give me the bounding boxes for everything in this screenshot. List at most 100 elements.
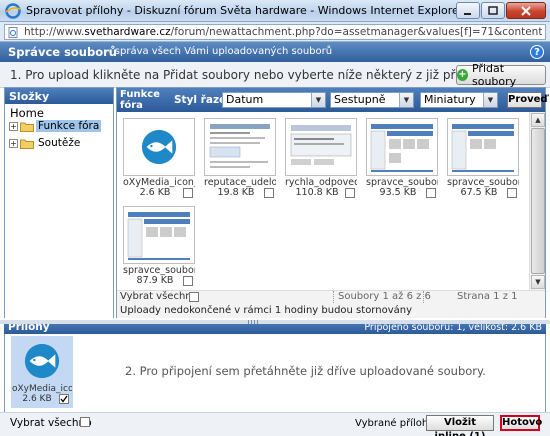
expand-icon[interactable]: + bbox=[9, 138, 18, 148]
current-folder-title: Funkce fóra bbox=[120, 89, 160, 111]
file-tile[interactable]: rychla_odpoved.png 110.8 KB bbox=[282, 115, 360, 201]
selected-attachments-label: Vybrané přílohy: bbox=[355, 418, 437, 429]
minimize-button[interactable] bbox=[456, 2, 480, 19]
file-grid: oXyMedia_icon_50.jpg 2.6 KB reputace_ude… bbox=[117, 112, 529, 290]
file-thumbnail bbox=[366, 118, 438, 176]
attachments-dropzone[interactable]: oXyMedia_icon_50.jpg 2.6 KB 2. Pro připo… bbox=[4, 334, 546, 412]
divider bbox=[423, 291, 424, 303]
file-thumbnail bbox=[204, 118, 276, 176]
instruction-text: 1. Pro upload klikněte na Přidat soubory… bbox=[10, 68, 503, 82]
folders-panel: Složky Home + Funkce fóra + Soutěže bbox=[4, 87, 114, 320]
divider bbox=[333, 291, 334, 303]
panel-splitter[interactable] bbox=[0, 320, 550, 324]
chevron-down-icon: ▼ bbox=[399, 93, 413, 107]
page-title: Správce souborů bbox=[8, 45, 117, 59]
file-checkbox[interactable] bbox=[507, 188, 517, 198]
splitter-grip-icon[interactable] bbox=[248, 320, 258, 324]
add-files-label: Přidat soubory bbox=[471, 62, 517, 88]
sort-by-select[interactable]: Datum ▼ bbox=[222, 92, 326, 108]
file-toolbar: Funkce fóra Styl řazení: Datum ▼ Sestupn… bbox=[117, 88, 548, 112]
upload-warning: Uploady nedokončené v rámci 1 hodiny bud… bbox=[120, 305, 413, 316]
sort-order-select[interactable]: Sestupně ▼ bbox=[330, 92, 414, 108]
attachment-tile[interactable]: oXyMedia_icon_50.jpg 2.6 KB bbox=[11, 336, 73, 408]
file-size: 93.5 KB bbox=[379, 187, 417, 198]
plus-icon: + bbox=[457, 69, 468, 81]
folder-label: Funkce fóra bbox=[36, 120, 102, 132]
screenshot-thumbnail bbox=[126, 209, 192, 261]
attachment-checkbox[interactable] bbox=[59, 394, 69, 404]
chevron-down-icon: ▼ bbox=[311, 93, 325, 107]
maximize-icon bbox=[488, 5, 498, 15]
files-count: Soubory 1 až 6 z 6 bbox=[338, 291, 431, 302]
folders-header: Složky bbox=[5, 88, 113, 104]
file-size: 2.6 KB bbox=[139, 187, 171, 198]
scroll-up-icon[interactable]: ▲ bbox=[531, 113, 545, 127]
file-size: 67.5 KB bbox=[460, 187, 498, 198]
file-size: 19.8 KB bbox=[217, 187, 255, 198]
file-checkbox[interactable] bbox=[183, 276, 193, 286]
select-all-attachments-checkbox[interactable] bbox=[80, 417, 90, 427]
help-button[interactable]: ? bbox=[530, 45, 544, 59]
file-thumbnail bbox=[123, 206, 195, 264]
instruction-bar: 1. Pro upload klikněte na Přidat soubory… bbox=[0, 62, 550, 88]
attachment-name: oXyMedia_icon_50.jpg bbox=[12, 384, 72, 394]
screenshot-thumbnail bbox=[207, 121, 273, 173]
file-checkbox[interactable] bbox=[264, 188, 274, 198]
page-info: Strana 1 z 1 bbox=[457, 291, 518, 302]
apply-button[interactable]: Proveď bbox=[507, 92, 548, 108]
page-subtitle: - správa všech Vámi uploadovaných soubor… bbox=[108, 46, 333, 57]
select-all-label: Vybrat všechno bbox=[120, 291, 198, 302]
help-icon: ? bbox=[534, 46, 540, 58]
scroll-down-icon[interactable]: ▼ bbox=[531, 275, 545, 289]
folder-icon bbox=[20, 122, 34, 132]
file-grid-scrollbar[interactable]: ▲ ▼ bbox=[529, 112, 545, 290]
address-bar: http://www.svethardware.cz/forum/newatta… bbox=[0, 22, 550, 42]
file-checkbox[interactable] bbox=[426, 188, 436, 198]
page-icon bbox=[8, 27, 18, 38]
url-field[interactable]: http://www.svethardware.cz/forum/newatta… bbox=[4, 24, 546, 40]
window-title: Spravovat přílohy - Diskuzní fórum Světa… bbox=[26, 4, 464, 17]
screenshot-thumbnail bbox=[450, 121, 516, 173]
file-tile[interactable]: spravce_souboru_03.png 87.9 KB bbox=[120, 203, 198, 289]
url-text: http://www.svethardware.cz/forum/newatta… bbox=[24, 26, 542, 38]
chevron-down-icon: ▼ bbox=[483, 93, 497, 107]
checkmark-icon bbox=[60, 395, 68, 403]
file-checkbox[interactable] bbox=[183, 188, 193, 198]
close-button[interactable] bbox=[506, 2, 546, 19]
attachment-size: 2.6 KB bbox=[22, 394, 52, 404]
file-thumbnail bbox=[285, 118, 357, 176]
file-thumbnail bbox=[123, 118, 195, 176]
done-button[interactable]: Hotovo bbox=[500, 415, 542, 431]
view-select[interactable]: Miniatury ▼ bbox=[420, 92, 498, 108]
select-all-checkbox[interactable] bbox=[189, 292, 199, 302]
folder-icon bbox=[20, 139, 34, 149]
sort-by-value: Datum bbox=[226, 93, 264, 106]
page-header: Správce souborů - správa všech Vámi uplo… bbox=[0, 42, 550, 62]
file-tile[interactable]: oXyMedia_icon_50.jpg 2.6 KB bbox=[120, 115, 198, 201]
folder-home[interactable]: Home bbox=[10, 106, 44, 120]
screenshot-thumbnail bbox=[288, 121, 354, 173]
minimize-icon bbox=[464, 12, 471, 15]
upload-warning-bar: Uploady nedokončené v rámci 1 hodiny bud… bbox=[117, 303, 545, 319]
attachment-thumbnail bbox=[13, 338, 71, 384]
expand-icon[interactable]: + bbox=[9, 121, 18, 131]
attachments-panel: Přílohy Připojeno souborů: 1, velikost: … bbox=[0, 318, 550, 412]
file-checkbox[interactable] bbox=[345, 188, 355, 198]
fish-logo-icon bbox=[141, 129, 177, 165]
window-controls bbox=[456, 2, 546, 19]
view-value: Miniatury bbox=[424, 93, 476, 106]
window-titlebar: Spravovat přílohy - Diskuzní fórum Světa… bbox=[0, 0, 550, 22]
folder-item-souteze[interactable]: + Soutěže bbox=[9, 137, 82, 149]
file-tile[interactable]: spravce_souboru_02.png 93.5 KB bbox=[363, 115, 441, 201]
file-browser: Funkce fóra Styl řazení: Datum ▼ Sestupn… bbox=[116, 87, 548, 320]
file-tile[interactable]: spravce_souboru_01.png 67.5 KB bbox=[444, 115, 522, 201]
maximize-button[interactable] bbox=[481, 2, 505, 19]
file-size: 110.8 KB bbox=[295, 187, 339, 198]
add-files-button[interactable]: + Přidat soubory bbox=[456, 62, 546, 88]
close-icon bbox=[521, 5, 531, 16]
insert-inline-button[interactable]: Vložit inline (1) bbox=[426, 415, 494, 436]
folder-item-funkce-fora[interactable]: + Funkce fóra bbox=[9, 120, 102, 132]
scrollbar-thumb[interactable] bbox=[531, 128, 545, 274]
screenshot-thumbnail bbox=[369, 121, 435, 173]
file-tile[interactable]: reputace_udelovani.png 19.8 KB bbox=[201, 115, 279, 201]
